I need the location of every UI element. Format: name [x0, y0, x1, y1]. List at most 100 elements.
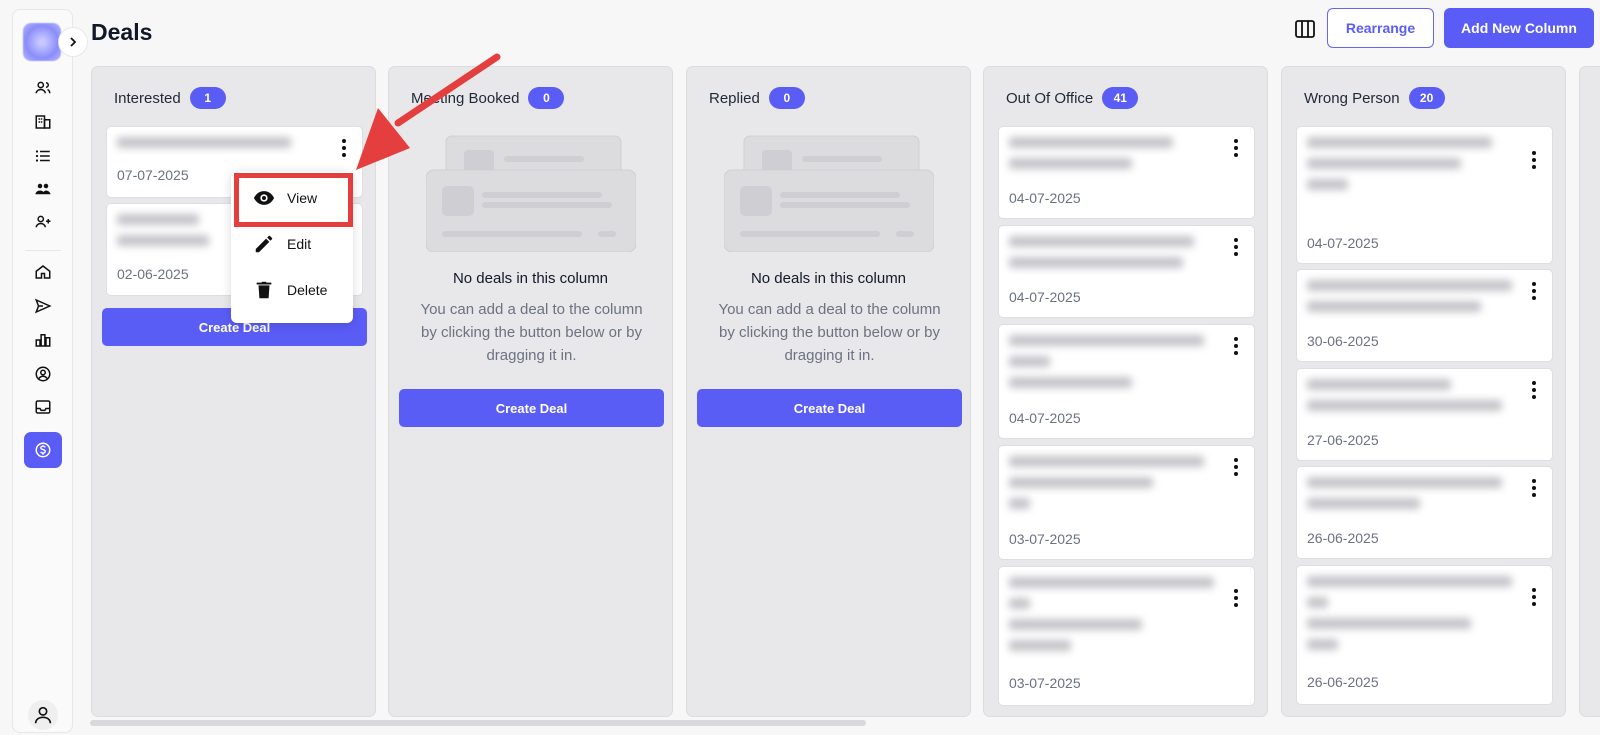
rearrange-button[interactable]: Rearrange — [1327, 8, 1434, 48]
deal-card[interactable]: 27-06-2025 — [1296, 368, 1553, 461]
deal-card-title-blurred — [1009, 456, 1214, 519]
column-interested: Interested 1 07-07-2025 02-06-2025 Creat… — [91, 66, 376, 717]
send-icon — [34, 298, 52, 314]
deal-card[interactable]: 03-07-2025 — [998, 566, 1255, 706]
column-header: Out Of Office 41 — [1006, 87, 1139, 109]
deal-card[interactable]: 04-07-2025 — [998, 126, 1255, 219]
horizontal-scrollbar[interactable] — [90, 720, 866, 726]
deal-card-title-blurred — [117, 137, 322, 158]
column-title: Out Of Office — [1006, 89, 1094, 107]
sidebar — [12, 9, 88, 733]
deal-card[interactable]: 03-07-2025 — [998, 445, 1255, 560]
deal-card[interactable]: 30-06-2025 — [1296, 269, 1553, 362]
column-header: Replied 0 — [709, 87, 805, 109]
column-header: Interested 1 — [114, 87, 226, 109]
analytics-icon — [35, 334, 51, 347]
deal-card-date: 04-07-2025 — [1307, 235, 1379, 251]
column-count-badge: 20 — [1408, 87, 1445, 109]
sidebar-item-companies[interactable] — [31, 110, 55, 134]
companies-icon — [35, 115, 51, 129]
home-icon — [35, 265, 51, 279]
card-menu-button[interactable] — [1232, 337, 1240, 355]
column-next-partial — [1579, 66, 1600, 717]
deal-card-date: 04-07-2025 — [1009, 289, 1081, 305]
sidebar-item-analytics[interactable] — [31, 328, 55, 352]
column-wrong-person: Wrong Person 20 04-07-2025 30-06-2025 27… — [1281, 66, 1566, 717]
column-count-badge: 41 — [1102, 87, 1139, 109]
empty-state-description: You can add a deal to the column by clic… — [718, 301, 941, 364]
card-menu-button[interactable] — [1232, 139, 1240, 157]
deal-card-date: 02-06-2025 — [117, 266, 189, 282]
user-avatar[interactable] — [28, 700, 58, 730]
empty-state-description: You can add a deal to the column by clic… — [420, 301, 643, 364]
deal-card-title-blurred — [1009, 137, 1214, 179]
deal-card-title-blurred — [1307, 379, 1512, 421]
deal-card[interactable]: 26-06-2025 — [1296, 565, 1553, 705]
empty-state-title: No deals in this column — [750, 270, 907, 287]
chevron-right-icon — [70, 37, 77, 47]
column-header: Wrong Person 20 — [1304, 87, 1445, 109]
card-menu-button[interactable] — [1232, 238, 1240, 256]
deal-card-date: 03-07-2025 — [1009, 531, 1081, 547]
column-view-button[interactable] — [1292, 17, 1318, 41]
pencil-icon — [255, 235, 273, 253]
column-title: Wrong Person — [1304, 89, 1400, 107]
user-icon — [34, 706, 52, 724]
deal-card[interactable]: 04-07-2025 — [998, 324, 1255, 439]
card-menu-button[interactable] — [1530, 479, 1538, 497]
sidebar-item-inbox[interactable] — [31, 395, 55, 419]
sidebar-item-deals[interactable] — [24, 432, 62, 468]
sidebar-divider — [25, 250, 61, 251]
account-icon — [35, 366, 51, 382]
sidebar-item-add-user[interactable] — [31, 210, 55, 234]
sidebar-item-send[interactable] — [31, 294, 55, 318]
empty-state-illustration — [724, 135, 934, 252]
contacts-icon — [35, 81, 51, 94]
app-logo[interactable] — [23, 23, 61, 61]
column-count-badge: 0 — [528, 87, 565, 109]
column-out-of-office: Out Of Office 41 04-07-2025 04-07-2025 0… — [983, 66, 1268, 717]
empty-state-title: No deals in this column — [452, 270, 609, 287]
deal-card-title-blurred — [1307, 280, 1512, 322]
sidebar-item-lists[interactable] — [31, 144, 55, 168]
deal-card-date: 04-07-2025 — [1009, 410, 1081, 426]
team-icon — [35, 183, 51, 195]
deal-card[interactable]: 04-07-2025 — [1296, 126, 1553, 264]
sidebar-item-home[interactable] — [31, 260, 55, 284]
create-deal-button[interactable]: Create Deal — [697, 389, 962, 427]
deal-card-date: 27-06-2025 — [1307, 432, 1379, 448]
card-menu-button[interactable] — [1530, 588, 1538, 606]
sidebar-item-account[interactable] — [31, 362, 55, 386]
deal-card-title-blurred — [1307, 137, 1512, 200]
trash-icon — [256, 281, 272, 299]
deal-card-date: 26-06-2025 — [1307, 674, 1379, 690]
create-deal-button[interactable]: Create Deal — [399, 389, 664, 427]
menu-item-delete[interactable]: Delete — [231, 269, 353, 311]
column-replied: Replied 0 No deals in this column You ca… — [686, 66, 971, 717]
column-count-badge: 1 — [189, 87, 226, 109]
deal-card-date: 04-07-2025 — [1009, 190, 1081, 206]
sidebar-item-contacts[interactable] — [31, 76, 55, 100]
deal-card[interactable]: 04-07-2025 — [998, 225, 1255, 318]
card-menu-button[interactable] — [1530, 381, 1538, 399]
column-title: Replied — [709, 89, 760, 107]
column-title: Interested — [114, 89, 181, 107]
menu-item-label: Delete — [287, 282, 328, 298]
deal-card-title-blurred — [1009, 577, 1214, 661]
add-new-column-button[interactable]: Add New Column — [1444, 8, 1594, 48]
deal-card-title-blurred — [1307, 576, 1512, 660]
deal-card[interactable]: 26-06-2025 — [1296, 466, 1553, 559]
inbox-icon — [35, 400, 51, 414]
menu-item-label: Edit — [287, 236, 312, 252]
page-title: Deals — [91, 19, 153, 45]
sidebar-toggle-button[interactable] — [58, 27, 88, 57]
card-menu-button[interactable] — [1232, 589, 1240, 607]
card-menu-button[interactable] — [1232, 458, 1240, 476]
sidebar-item-team[interactable] — [31, 177, 55, 201]
deal-card-date: 30-06-2025 — [1307, 333, 1379, 349]
card-menu-button[interactable] — [1530, 282, 1538, 300]
card-menu-button[interactable] — [1530, 151, 1538, 169]
lists-icon — [35, 150, 50, 162]
columns-icon — [1295, 20, 1315, 38]
menu-item-edit[interactable]: Edit — [231, 223, 353, 265]
